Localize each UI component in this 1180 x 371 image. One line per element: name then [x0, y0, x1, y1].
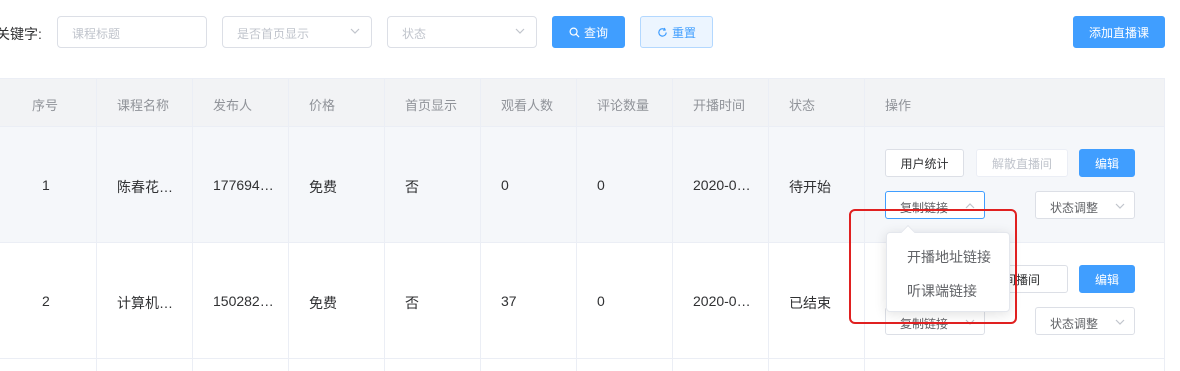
- column-header-course-name: 课程名称: [117, 98, 170, 113]
- search-button-label: 查询: [583, 25, 608, 40]
- search-button[interactable]: 查询: [552, 16, 625, 48]
- column-header-index: 序号: [32, 98, 59, 113]
- dropdown-item-stream-url[interactable]: 开播地址链接: [887, 240, 1009, 274]
- chevron-up-icon: [965, 203, 975, 209]
- cell-viewers: 0: [501, 177, 509, 193]
- column-header-start-time: 开播时间: [693, 98, 746, 113]
- keyword-label: 关键字:: [0, 26, 42, 42]
- dissolve-room-button: 解散直播间: [976, 149, 1068, 177]
- cell-course-name: 陈春花…: [117, 179, 173, 195]
- copy-link-dropdown-menu: 开播地址链接 听课端链接: [886, 224, 1010, 312]
- column-header-status: 状态: [789, 98, 816, 113]
- reset-button-label: 重置: [671, 25, 696, 40]
- course-title-input[interactable]: 课程标题: [57, 16, 207, 48]
- column-divider: [768, 79, 769, 371]
- cell-index: 1: [42, 177, 50, 193]
- cell-course-name: 计算机…: [117, 295, 173, 311]
- cell-price: 免费: [309, 179, 337, 195]
- add-live-course-button[interactable]: 添加直播课: [1073, 16, 1165, 48]
- copy-link-label: 复制链接: [900, 201, 949, 215]
- column-divider: [576, 79, 577, 371]
- refresh-icon: [658, 27, 667, 37]
- status-adjust-label: 状态调整: [1050, 317, 1099, 331]
- course-title-placeholder: 课程标题: [72, 27, 121, 41]
- column-divider: [192, 79, 193, 371]
- edit-button[interactable]: 编辑: [1079, 149, 1135, 177]
- course-table: 序号 课程名称 发布人 价格 首页显示 观看人数 评论数量 开播时间 状态 操作…: [0, 78, 1165, 371]
- cell-comments: 0: [597, 177, 605, 193]
- edit-label: 编辑: [1094, 156, 1119, 171]
- column-header-homepage: 首页显示: [405, 98, 458, 113]
- cell-start-time: 2020-0…: [693, 177, 751, 193]
- column-header-publisher: 发布人: [213, 98, 253, 113]
- chevron-down-icon: [1115, 203, 1125, 209]
- cell-index: 2: [42, 293, 50, 309]
- homepage-display-placeholder: 是否首页显示: [237, 27, 310, 41]
- add-live-course-label: 添加直播课: [1088, 25, 1149, 40]
- homepage-display-select[interactable]: 是否首页显示: [222, 16, 372, 48]
- reset-button[interactable]: 重置: [640, 16, 713, 48]
- cell-start-time: 2020-0…: [693, 293, 751, 309]
- column-divider: [288, 79, 289, 371]
- user-stats-button[interactable]: 用户统计: [885, 149, 964, 177]
- edit-label: 编辑: [1094, 272, 1119, 287]
- status-placeholder: 状态: [402, 27, 427, 41]
- column-divider: [864, 79, 865, 371]
- status-select[interactable]: 状态: [387, 16, 537, 48]
- cell-status: 待开始: [789, 179, 831, 195]
- chevron-down-icon: [350, 28, 360, 34]
- status-adjust-select[interactable]: 状态调整: [1035, 191, 1135, 219]
- cell-price: 免费: [309, 295, 337, 311]
- cell-viewers: 37: [501, 293, 517, 309]
- cell-homepage: 否: [405, 179, 419, 195]
- cell-publisher: 150282…: [213, 293, 274, 309]
- column-header-actions: 操作: [885, 98, 912, 113]
- table-row: 1 陈春花… 177694… 免费 否 0 0 2020-0… 待开始 用户统计…: [0, 127, 1165, 243]
- copy-link-label: 复制链接: [900, 317, 949, 331]
- chevron-down-icon: [515, 28, 525, 34]
- column-header-price: 价格: [309, 98, 336, 113]
- column-divider: [672, 79, 673, 371]
- user-stats-label: 用户统计: [900, 156, 949, 171]
- chevron-down-icon: [965, 319, 975, 325]
- chevron-down-icon: [1115, 319, 1125, 325]
- column-header-viewers: 观看人数: [501, 98, 554, 113]
- table-header: 序号 课程名称 发布人 价格 首页显示 观看人数 评论数量 开播时间 状态 操作: [0, 79, 1165, 127]
- cell-status: 已结束: [789, 295, 831, 311]
- copy-link-select[interactable]: 复制链接: [885, 191, 985, 219]
- status-adjust-select[interactable]: 状态调整: [1035, 307, 1135, 335]
- column-header-comments: 评论数量: [597, 98, 650, 113]
- column-divider: [96, 79, 97, 371]
- cell-homepage: 否: [405, 295, 419, 311]
- search-icon: [569, 27, 580, 38]
- column-divider: [1164, 79, 1165, 371]
- table-row: [0, 359, 1165, 371]
- status-adjust-label: 状态调整: [1050, 201, 1099, 215]
- cell-comments: 0: [597, 293, 605, 309]
- dissolve-room-label: 解散直播间: [991, 156, 1052, 171]
- edit-button[interactable]: 编辑: [1079, 265, 1135, 293]
- column-divider: [480, 79, 481, 371]
- cell-publisher: 177694…: [213, 177, 274, 193]
- dropdown-item-viewer-url[interactable]: 听课端链接: [887, 274, 1009, 308]
- column-divider: [384, 79, 385, 371]
